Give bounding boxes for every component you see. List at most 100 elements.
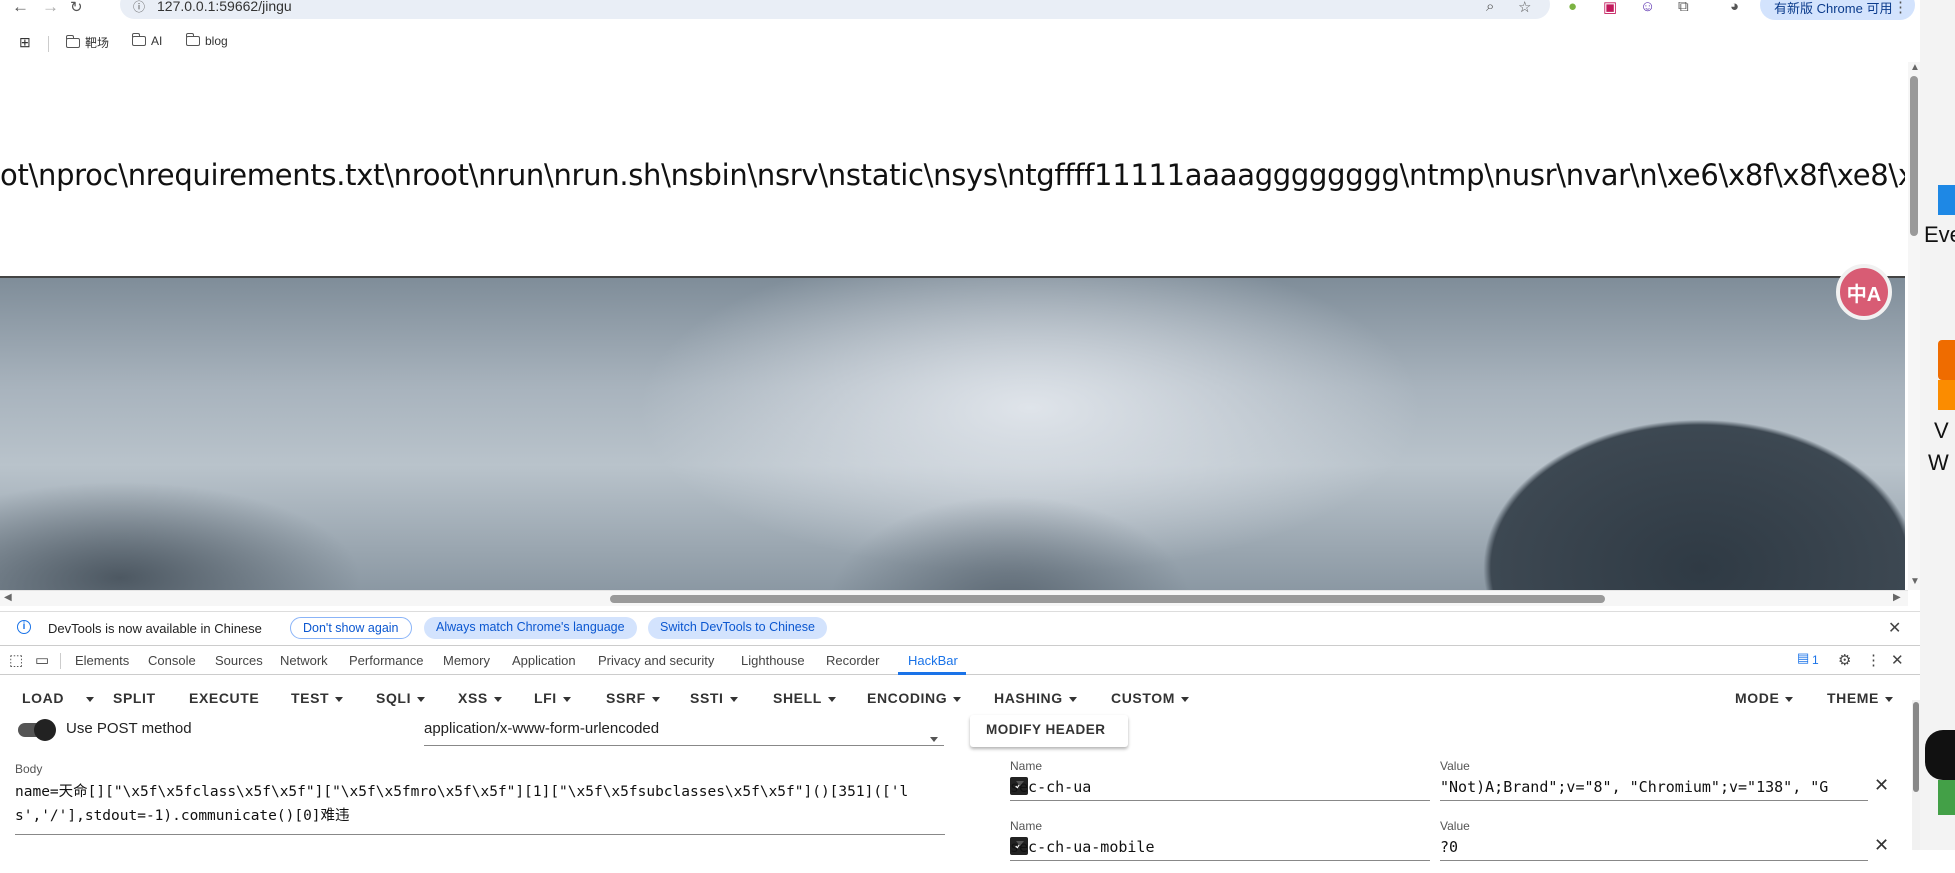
forward-icon[interactable]: → xyxy=(42,0,59,17)
devtools-language-infobar: i DevTools is now available in Chinese D… xyxy=(0,611,1920,643)
extension-green-icon[interactable]: ● xyxy=(1568,0,1577,15)
switch-devtools-chinese-button[interactable]: Switch DevTools to Chinese xyxy=(648,617,827,639)
header-name-label: Name xyxy=(1010,819,1043,833)
page-viewport: ot\nproc\nrequirements.txt\nroot\nrun\nr… xyxy=(0,62,1905,590)
address-bar[interactable] xyxy=(120,0,1550,19)
site-info-icon[interactable]: ⓘ xyxy=(133,0,145,15)
bookmark-label: AI xyxy=(151,34,163,48)
post-method-toggle-thumb[interactable] xyxy=(34,719,56,741)
settings-gear-icon[interactable]: ⚙ xyxy=(1838,651,1851,669)
execute-button[interactable]: EXECUTE xyxy=(189,690,259,706)
devtools-tab-bar: ⬚ ▭ Elements Console Sources Network Per… xyxy=(0,645,1920,675)
modify-header-button[interactable]: MODIFY HEADER xyxy=(970,715,1128,747)
close-devtools-icon[interactable]: ✕ xyxy=(1891,651,1904,669)
chrome-menu-icon[interactable]: ⋮ xyxy=(1893,0,1908,16)
shell-menu[interactable]: SHELL xyxy=(773,690,836,706)
scroll-left-icon[interactable]: ◀ xyxy=(4,592,12,603)
scroll-right-icon[interactable]: ▶ xyxy=(1893,592,1901,603)
header-name-input[interactable]: sec-ch-ua-mobile xyxy=(1010,835,1430,861)
tab-elements[interactable]: Elements xyxy=(75,653,129,668)
desktop-app-icon[interactable] xyxy=(1938,380,1955,410)
ssrf-menu-label: SSRF xyxy=(606,690,646,706)
extension-face-icon[interactable]: ☺ xyxy=(1640,0,1655,15)
custom-menu[interactable]: CUSTOM xyxy=(1111,690,1190,706)
scroll-up-icon[interactable]: ▲ xyxy=(1910,62,1920,73)
header-value-label: Value xyxy=(1440,819,1470,833)
page-horizontal-scroll-thumb[interactable] xyxy=(610,595,1605,603)
desktop-app-icon[interactable] xyxy=(1938,185,1955,215)
encoding-menu[interactable]: ENCODING xyxy=(867,690,962,706)
inspect-element-icon[interactable]: ⬚ xyxy=(9,651,23,669)
lfi-menu[interactable]: LFI xyxy=(534,690,571,706)
hackbar-scrollbar[interactable] xyxy=(1912,700,1920,850)
desktop-app-icon[interactable] xyxy=(1938,340,1955,380)
bookmark-folder-range[interactable]: 靶场 xyxy=(65,34,109,51)
scroll-down-icon[interactable]: ▼ xyxy=(1910,576,1920,587)
translate-icon[interactable]: 中A xyxy=(1836,264,1892,320)
theme-menu[interactable]: THEME xyxy=(1827,690,1893,706)
ssrf-menu[interactable]: SSRF xyxy=(606,690,660,706)
info-icon: i xyxy=(17,620,31,634)
remove-header-icon[interactable]: ✕ xyxy=(1874,775,1889,796)
zoom-icon[interactable]: ⌕ xyxy=(1486,0,1494,15)
post-method-label: Use POST method xyxy=(66,720,192,737)
tab-sources[interactable]: Sources xyxy=(215,653,263,668)
split-button[interactable]: SPLIT xyxy=(113,690,156,706)
ssti-menu[interactable]: SSTI xyxy=(690,690,738,706)
tab-lighthouse[interactable]: Lighthouse xyxy=(741,653,805,668)
header-value-input[interactable]: "Not)A;Brand";v="8", "Chromium";v="138",… xyxy=(1440,775,1868,801)
extensions-puzzle-icon[interactable]: ⧉ xyxy=(1678,0,1689,15)
test-menu[interactable]: TEST xyxy=(291,690,344,706)
desktop-background-strip: Eve V W xyxy=(1920,0,1955,850)
url-text[interactable]: 127.0.0.1:59662/jingu xyxy=(157,0,292,14)
chevron-down-icon xyxy=(1785,696,1794,702)
bookmark-star-icon[interactable]: ☆ xyxy=(1518,0,1531,16)
hackbar-scroll-thumb[interactable] xyxy=(1913,702,1919,792)
extension-pink-icon[interactable]: ▣ xyxy=(1603,0,1617,16)
tab-memory[interactable]: Memory xyxy=(443,653,490,668)
dont-show-again-button[interactable]: Don't show again xyxy=(290,617,412,639)
folder-icon xyxy=(131,33,146,46)
remove-header-icon[interactable]: ✕ xyxy=(1874,835,1889,856)
issues-icon[interactable]: ▤ xyxy=(1797,650,1809,666)
load-button[interactable]: LOAD xyxy=(22,690,64,706)
sqli-menu[interactable]: SQLI xyxy=(376,690,426,706)
close-icon[interactable]: ✕ xyxy=(1888,618,1901,638)
mode-menu[interactable]: MODE xyxy=(1735,690,1794,706)
always-match-language-button[interactable]: Always match Chrome's language xyxy=(424,617,637,639)
load-dropdown-icon[interactable] xyxy=(80,690,94,706)
tab-hackbar[interactable]: HackBar xyxy=(908,653,958,668)
reload-icon[interactable]: ↻ xyxy=(70,0,83,16)
issues-count[interactable]: 1 xyxy=(1812,653,1819,667)
tab-application[interactable]: Application xyxy=(512,653,576,668)
tab-privacy-security[interactable]: Privacy and security xyxy=(598,653,714,668)
page-vertical-scrollbar[interactable]: ▲ ▼ xyxy=(1908,62,1920,590)
bookmark-folder-blog[interactable]: blog xyxy=(185,33,228,48)
browser-toolbar: ← → ↻ ⓘ 127.0.0.1:59662/jingu ⌕ ☆ ● ▣ ☺ … xyxy=(0,0,1920,20)
enctype-select[interactable]: application/x-www-form-urlencoded xyxy=(424,720,944,746)
more-options-icon[interactable]: ⋮ xyxy=(1866,651,1881,669)
apps-grid-icon[interactable]: ⊞ xyxy=(19,34,31,51)
chrome-update-button[interactable]: 有新版 Chrome 可用 xyxy=(1760,0,1915,20)
tab-network[interactable]: Network xyxy=(280,653,328,668)
page-vertical-scroll-thumb[interactable] xyxy=(1910,76,1918,236)
desktop-app-icon[interactable] xyxy=(1938,780,1955,815)
desktop-label: V xyxy=(1934,418,1949,443)
header-value-input[interactable]: ?0 xyxy=(1440,835,1868,861)
hashing-menu[interactable]: HASHING xyxy=(994,690,1077,706)
device-toolbar-icon[interactable]: ▭ xyxy=(35,651,49,669)
back-icon[interactable]: ← xyxy=(12,0,29,17)
body-textarea[interactable]: name=天命[]["\x5f\x5fclass\x5f\x5f"]["\x5f… xyxy=(15,780,945,835)
tab-recorder[interactable]: Recorder xyxy=(826,653,879,668)
tab-console[interactable]: Console xyxy=(148,653,196,668)
tab-performance[interactable]: Performance xyxy=(349,653,423,668)
header-name-input[interactable]: sec-ch-ua xyxy=(1010,775,1430,801)
caret-shape xyxy=(1016,841,1024,846)
xss-menu[interactable]: XSS xyxy=(458,690,502,706)
desktop-app-icon[interactable] xyxy=(1925,730,1955,780)
body-label: Body xyxy=(15,762,43,776)
page-horizontal-scrollbar[interactable]: ◀ ▶ xyxy=(0,590,1908,606)
profile-avatar-icon[interactable]: ◕ xyxy=(1730,0,1739,15)
active-tab-indicator xyxy=(898,672,966,675)
bookmark-folder-ai[interactable]: AI xyxy=(131,33,163,48)
